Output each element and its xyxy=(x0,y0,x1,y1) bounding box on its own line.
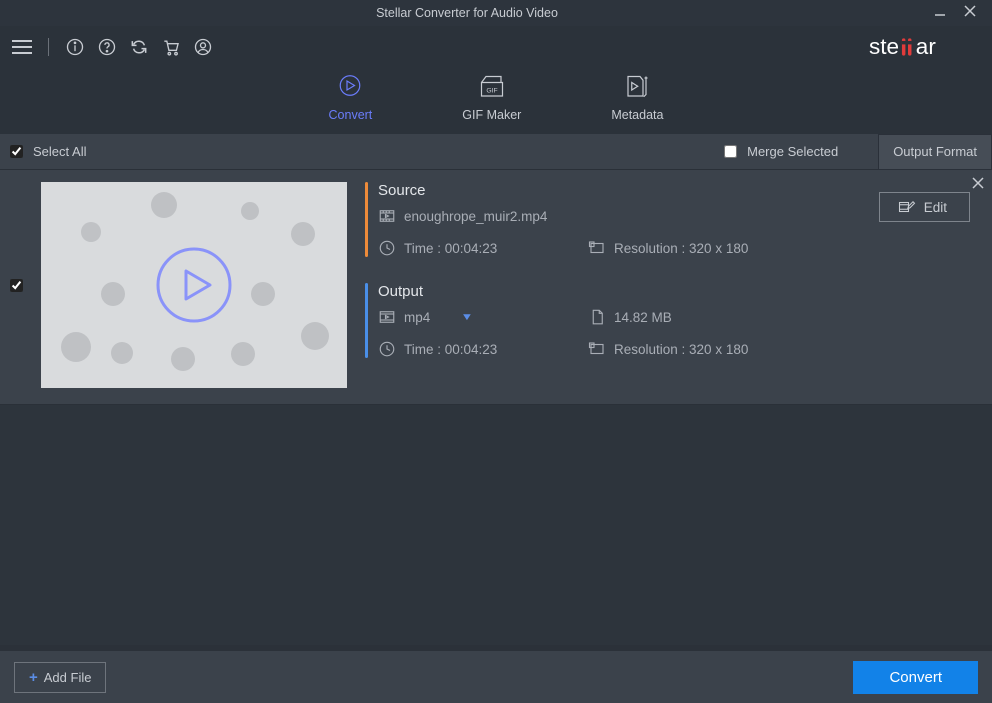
output-time: Time : 00:04:23 xyxy=(404,342,497,357)
output-size: 14.82 MB xyxy=(614,310,672,325)
source-resolution: Resolution : 320 x 180 xyxy=(614,241,748,256)
select-all-checkbox[interactable] xyxy=(10,145,23,158)
toolbar: ste ar xyxy=(0,26,992,68)
brand-logo: ste ar xyxy=(866,34,976,60)
svg-text:ste: ste xyxy=(869,34,899,59)
metadata-icon xyxy=(620,72,654,102)
account-icon[interactable] xyxy=(191,35,215,59)
resolution-icon xyxy=(588,239,606,257)
source-time: Time : 00:04:23 xyxy=(404,241,497,256)
output-resolution: Resolution : 320 x 180 xyxy=(614,342,748,357)
filmstrip-icon xyxy=(378,308,396,326)
video-thumbnail[interactable] xyxy=(41,182,347,388)
close-window-button[interactable] xyxy=(964,4,976,22)
clock-icon xyxy=(378,239,396,257)
play-overlay-icon xyxy=(152,243,236,327)
help-icon[interactable] xyxy=(95,35,119,59)
tab-convert-label: Convert xyxy=(329,108,373,122)
tab-metadata[interactable]: Metadata xyxy=(611,72,663,122)
source-filename: enoughrope_muir2.mp4 xyxy=(404,209,547,224)
gif-icon: GIF xyxy=(475,72,509,102)
item-checkbox[interactable] xyxy=(10,279,23,292)
tab-metadata-label: Metadata xyxy=(611,108,663,122)
app-title: Stellar Converter for Audio Video xyxy=(0,6,934,20)
title-bar: Stellar Converter for Audio Video xyxy=(0,0,992,26)
convert-icon xyxy=(333,72,367,102)
edit-button-label: Edit xyxy=(924,200,947,215)
minimize-button[interactable] xyxy=(934,4,946,22)
svg-text:ar: ar xyxy=(916,34,937,59)
output-accent-bar xyxy=(365,283,368,358)
cart-icon[interactable] xyxy=(159,35,183,59)
edit-icon xyxy=(898,199,916,215)
clock-icon xyxy=(378,340,396,358)
update-icon[interactable] xyxy=(127,35,151,59)
output-format-button[interactable]: Output Format xyxy=(878,134,992,170)
source-accent-bar xyxy=(365,182,368,257)
footer-bar: + Add File Convert xyxy=(0,651,992,703)
edit-button[interactable]: Edit xyxy=(879,192,970,222)
convert-button-label: Convert xyxy=(889,669,942,686)
output-format-value: mp4 xyxy=(404,310,430,325)
file-item: Source enoughrope_muir2.mp4 Time : 00:04… xyxy=(0,170,992,405)
remove-item-button[interactable] xyxy=(972,176,984,192)
output-format-selector[interactable]: mp4 ▼ xyxy=(404,310,471,325)
add-file-label: Add File xyxy=(44,670,92,685)
tab-gif-maker[interactable]: GIF GIF Maker xyxy=(462,72,521,122)
merge-selected-label[interactable]: Merge Selected xyxy=(747,144,838,159)
plus-icon: + xyxy=(29,669,38,686)
selection-strip: Select All Merge Selected Output Format xyxy=(0,134,992,170)
document-icon xyxy=(588,308,606,326)
merge-selected-checkbox[interactable] xyxy=(724,145,737,158)
caret-down-icon: ▼ xyxy=(460,312,473,323)
mode-tabs: Convert GIF GIF Maker Metadata xyxy=(0,68,992,134)
tab-gif-label: GIF Maker xyxy=(462,108,521,122)
resolution-icon xyxy=(588,340,606,358)
svg-text:GIF: GIF xyxy=(486,87,497,94)
separator xyxy=(48,38,49,56)
output-format-label: Output Format xyxy=(893,144,977,159)
tab-convert[interactable]: Convert xyxy=(329,72,373,122)
empty-area xyxy=(0,405,992,645)
select-all-label[interactable]: Select All xyxy=(33,144,86,159)
output-heading: Output xyxy=(378,283,974,300)
hamburger-menu-button[interactable] xyxy=(10,35,34,59)
add-file-button[interactable]: + Add File xyxy=(14,662,106,693)
convert-button[interactable]: Convert xyxy=(853,661,978,694)
file-list: Source enoughrope_muir2.mp4 Time : 00:04… xyxy=(0,170,992,651)
filmstrip-icon xyxy=(378,207,396,225)
info-icon[interactable] xyxy=(63,35,87,59)
